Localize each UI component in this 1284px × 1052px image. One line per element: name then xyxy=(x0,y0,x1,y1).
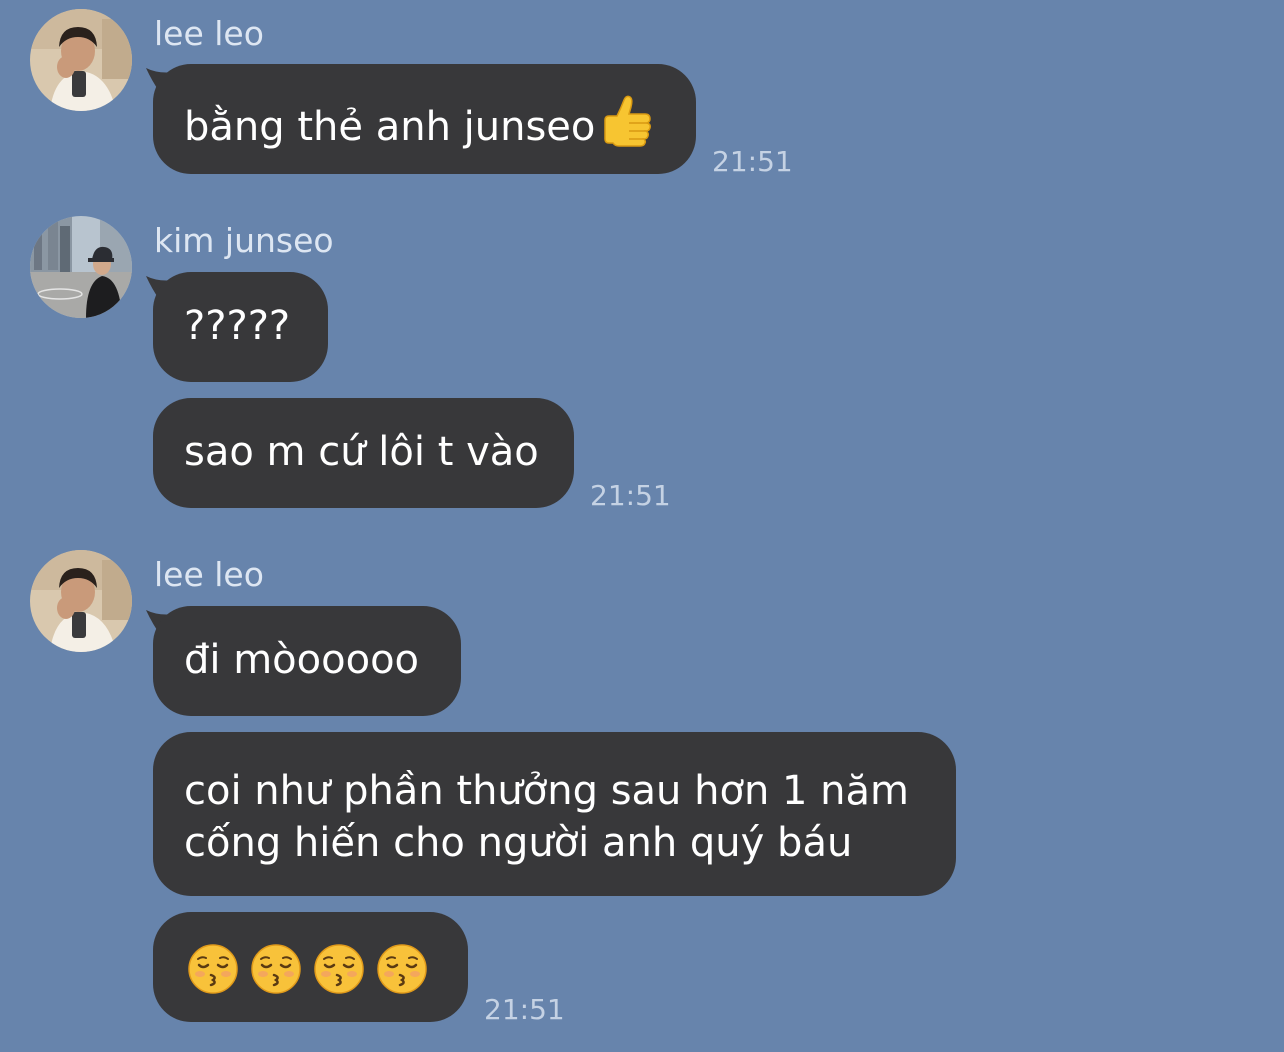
sender-name: kim junseo xyxy=(154,221,334,260)
kissing-face-icon xyxy=(187,943,239,995)
message-bubble[interactable]: ????? xyxy=(153,272,328,382)
lee-leo-avatar[interactable] xyxy=(30,9,132,111)
kissing-face-icon xyxy=(376,943,428,995)
kissing-face-icon xyxy=(313,943,365,995)
message-bubble[interactable]: sao m cứ lôi t vào xyxy=(153,398,574,508)
message-bubble[interactable]: bằng thẻ anh junseo xyxy=(153,64,696,174)
sender-name: lee leo xyxy=(154,555,264,594)
lee-leo-avatar[interactable] xyxy=(30,550,132,652)
message-text: sao m cứ lôi t vào xyxy=(184,429,539,475)
thumbs-up-icon xyxy=(597,92,655,150)
message-bubble[interactable]: coi như phần thưởng sau hơn 1 năm cống h… xyxy=(153,732,956,896)
message-timestamp: 21:51 xyxy=(590,479,671,512)
message-text: ????? xyxy=(184,303,291,349)
message-bubble[interactable]: đi mòooooo xyxy=(153,606,461,716)
message-text-line: cống hiến cho người anh quý báu xyxy=(184,820,853,866)
message-timestamp: 21:51 xyxy=(484,993,565,1026)
kissing-face-icon xyxy=(250,943,302,995)
message-text-line: coi như phần thưởng sau hơn 1 năm xyxy=(184,768,909,814)
kim-junseo-avatar[interactable] xyxy=(30,216,132,318)
message-timestamp: 21:51 xyxy=(712,145,793,178)
message-text: bằng thẻ anh junseo xyxy=(184,104,596,150)
sender-name: lee leo xyxy=(154,14,264,53)
message-bubble[interactable] xyxy=(153,912,468,1022)
message-text: đi mòooooo xyxy=(184,637,420,683)
chat-view: lee leo bằng thẻ anh junseo 21:51 kim ju… xyxy=(0,0,1284,1052)
